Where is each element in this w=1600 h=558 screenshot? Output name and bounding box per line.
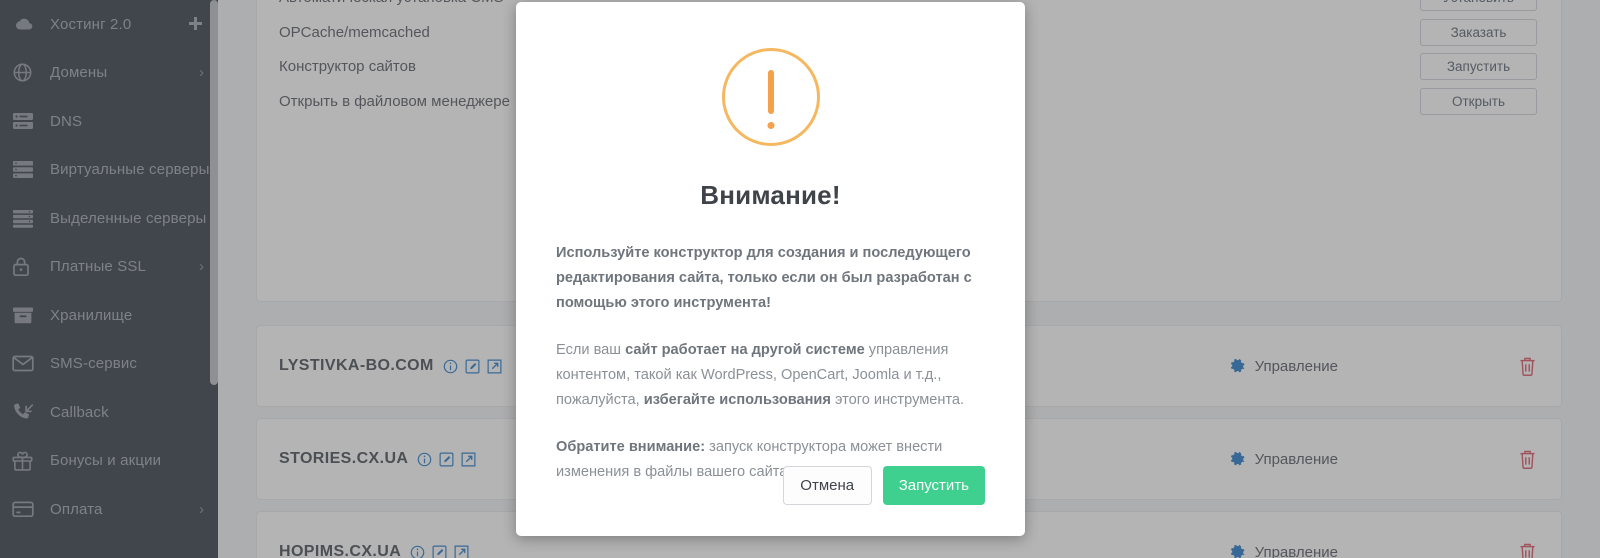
- warning-exclamation-icon: [556, 48, 985, 146]
- run-button[interactable]: Запустить: [882, 466, 985, 505]
- modal-paragraph-1: Используйте конструктор для создания и п…: [556, 245, 972, 311]
- modal-paragraph-2: Если ваш сайт работает на другой системе…: [556, 338, 985, 413]
- warning-exclamation-bar: [767, 70, 774, 114]
- app-root: Хостинг 2.0 Домены › DNS Виртуальные сер…: [0, 0, 1600, 558]
- modal-p2-pre: Если ваш: [556, 342, 626, 358]
- modal-action-bar: Отмена Запустить: [782, 466, 985, 505]
- modal-p3-bold: Обратите внимание:: [556, 439, 706, 455]
- warning-exclamation-dot: [767, 122, 774, 129]
- modal-p2-post: этого инструмента.: [830, 392, 965, 408]
- modal-title: Внимание!: [700, 180, 841, 210]
- modal-p2-bold-2: избегайте использования: [643, 392, 831, 408]
- modal-p2-bold-1: сайт работает на другой системе: [625, 342, 865, 358]
- warning-modal-dialog: Внимание! Используйте конструктор для со…: [516, 2, 1025, 536]
- cancel-button[interactable]: Отмена: [782, 466, 872, 505]
- warning-circle: [721, 48, 820, 146]
